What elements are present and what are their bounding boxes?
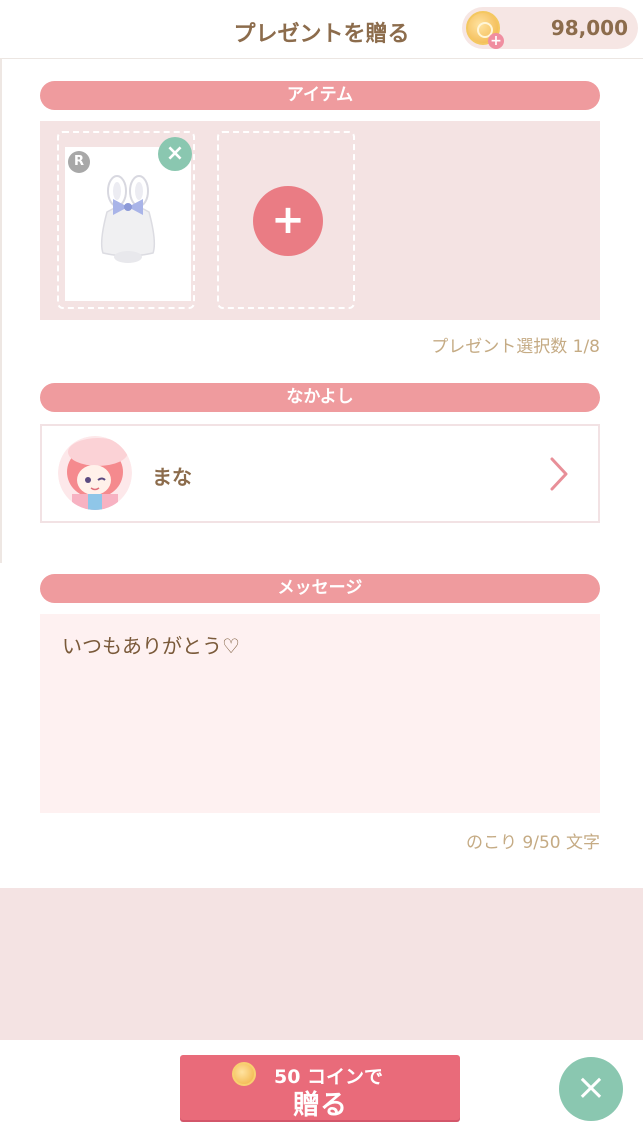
close-button[interactable]: × xyxy=(559,1057,623,1121)
coin-amount: 98,000 xyxy=(550,16,628,40)
friend-section-title: なかよし xyxy=(40,383,600,412)
remove-item-button[interactable]: × xyxy=(158,137,192,171)
message-text: いつもありがとう♡ xyxy=(62,634,240,658)
chevron-right-icon[interactable] xyxy=(548,456,570,492)
friend-name: まな xyxy=(152,465,192,489)
avatar xyxy=(58,436,132,510)
items-section-title: アイテム xyxy=(40,81,600,110)
rarity-badge: R xyxy=(68,151,90,173)
send-label: 贈る xyxy=(293,1090,347,1121)
add-item-button[interactable]: + xyxy=(253,186,323,256)
divider xyxy=(0,58,2,563)
bottom-panel xyxy=(0,888,643,1040)
selection-count: プレゼント選択数 1/8 xyxy=(431,337,600,357)
add-coin-icon[interactable]: + xyxy=(488,33,504,49)
message-section-title: メッセージ xyxy=(40,574,600,603)
remaining-characters: のこり 9/50 文字 xyxy=(466,833,600,853)
avatar-image xyxy=(58,436,132,510)
